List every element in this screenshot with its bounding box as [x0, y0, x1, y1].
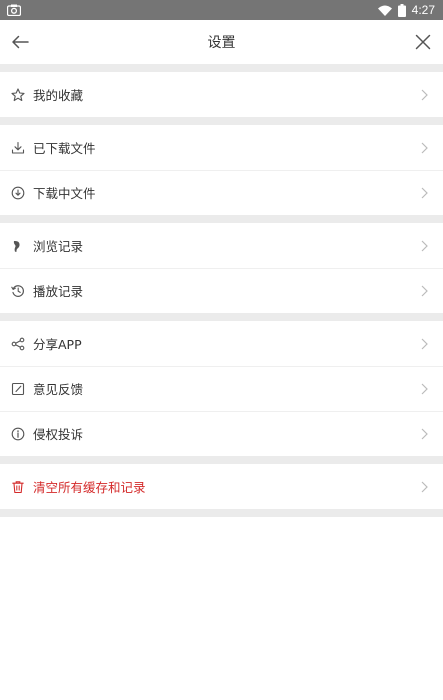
- share-icon: [10, 336, 26, 352]
- download-circle-icon: [10, 185, 26, 201]
- chevron-right-icon: [419, 284, 429, 298]
- battery-icon: [397, 3, 406, 17]
- row-feedback[interactable]: 意见反馈: [0, 366, 443, 411]
- history-icon: [10, 283, 26, 299]
- row-downloading-files[interactable]: 下载中文件: [0, 170, 443, 215]
- close-icon: [415, 34, 431, 50]
- chevron-right-icon: [419, 480, 429, 494]
- row-label: 清空所有缓存和记录: [33, 480, 146, 495]
- chevron-right-icon: [419, 239, 429, 253]
- row-label: 侵权投诉: [33, 427, 84, 442]
- group-general: 分享APP 意见反馈 侵权投诉: [0, 321, 443, 456]
- page-title: 设置: [207, 35, 236, 51]
- row-infringement-complaint[interactable]: 侵权投诉: [0, 411, 443, 456]
- camera-icon: [7, 4, 21, 16]
- info-icon: [10, 426, 26, 442]
- trash-icon: [10, 479, 26, 495]
- download-tray-icon: [10, 140, 26, 156]
- group-favorites: 我的收藏: [0, 72, 443, 117]
- wifi-icon: [377, 5, 392, 16]
- app-bar: 设置: [0, 20, 443, 64]
- status-bar-right: 4:27: [377, 3, 435, 17]
- star-icon: [10, 87, 26, 103]
- row-browse-history[interactable]: 浏览记录: [0, 223, 443, 268]
- chevron-right-icon: [419, 186, 429, 200]
- row-label: 播放记录: [33, 284, 84, 299]
- group-history: 浏览记录 播放记录: [0, 223, 443, 313]
- chevron-right-icon: [419, 427, 429, 441]
- row-label: 意见反馈: [33, 382, 84, 397]
- section-divider: [0, 64, 443, 72]
- row-favorites[interactable]: 我的收藏: [0, 72, 443, 117]
- group-downloads: 已下载文件 下载中文件: [0, 125, 443, 215]
- row-label: 我的收藏: [33, 88, 84, 103]
- edit-icon: [10, 381, 26, 397]
- section-divider: [0, 215, 443, 223]
- chevron-right-icon: [419, 88, 429, 102]
- status-bar: 4:27: [0, 0, 443, 20]
- chevron-right-icon: [419, 382, 429, 396]
- close-button[interactable]: [411, 30, 435, 54]
- chevron-right-icon: [419, 337, 429, 351]
- section-divider: [0, 456, 443, 464]
- row-play-history[interactable]: 播放记录: [0, 268, 443, 313]
- arrow-left-icon: [12, 35, 29, 49]
- row-label: 已下载文件: [33, 141, 96, 156]
- section-divider: [0, 313, 443, 321]
- section-divider: [0, 509, 443, 517]
- row-label: 浏览记录: [33, 239, 84, 254]
- footprint-icon: [10, 238, 26, 254]
- back-button[interactable]: [8, 30, 32, 54]
- chevron-right-icon: [419, 141, 429, 155]
- group-clear: 清空所有缓存和记录: [0, 464, 443, 509]
- row-label: 下载中文件: [33, 186, 96, 201]
- row-label: 分享APP: [33, 337, 82, 352]
- status-bar-left: [7, 4, 21, 16]
- row-downloaded-files[interactable]: 已下载文件: [0, 125, 443, 170]
- row-clear-cache[interactable]: 清空所有缓存和记录: [0, 464, 443, 509]
- status-time: 4:27: [411, 3, 435, 17]
- section-divider: [0, 117, 443, 125]
- row-share-app[interactable]: 分享APP: [0, 321, 443, 366]
